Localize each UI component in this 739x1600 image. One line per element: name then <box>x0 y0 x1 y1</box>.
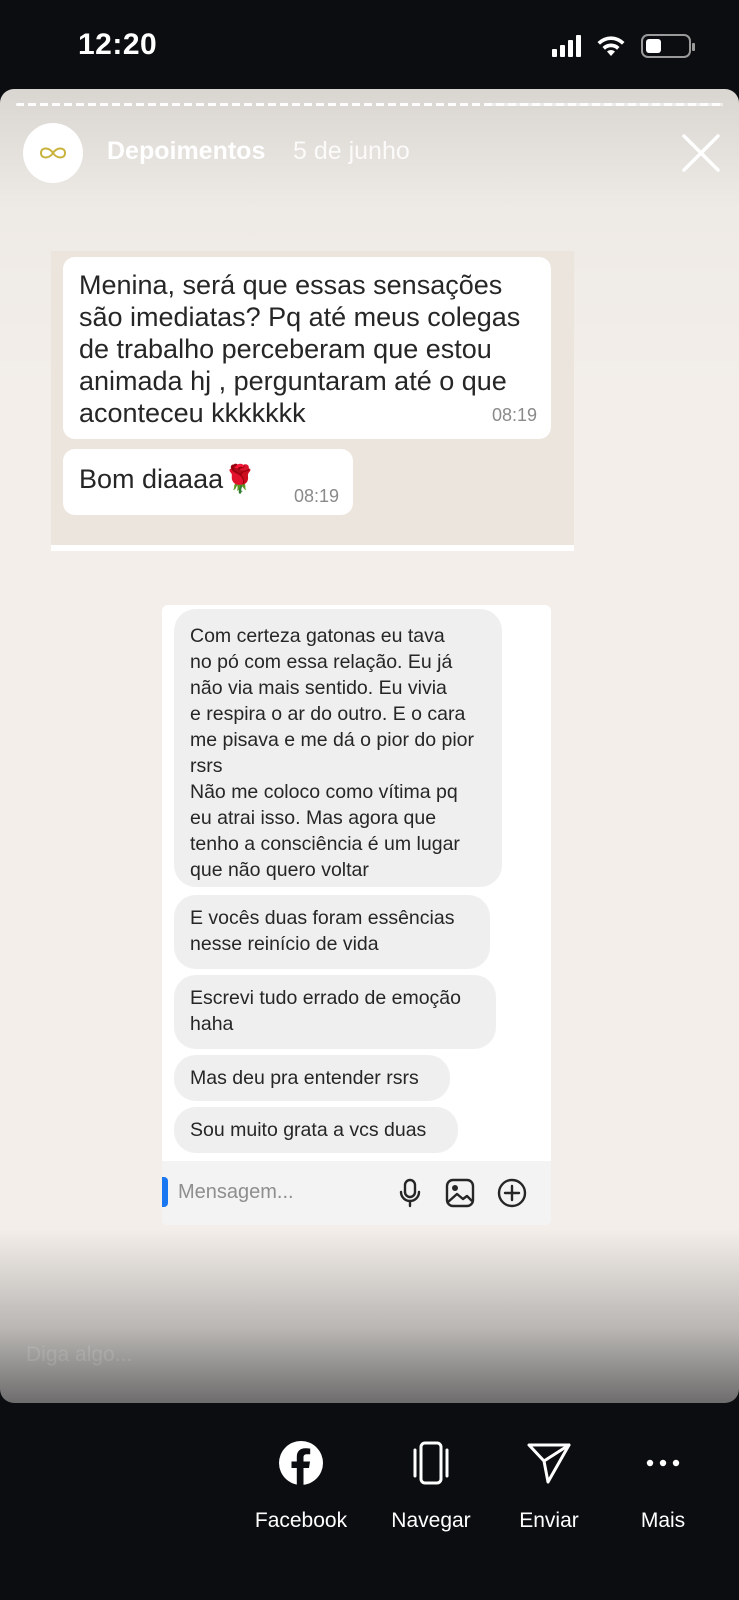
divider <box>51 545 574 551</box>
chat-message: Menina, será que essas sensações são ime… <box>63 257 551 439</box>
navigate-icon <box>413 1441 449 1485</box>
dm-message: Escrevi tudo errado de emoção haha <box>174 975 496 1049</box>
facebook-icon <box>279 1441 323 1485</box>
message-line: Mas deu pra entender rsrs <box>190 1067 419 1089</box>
more-button[interactable]: Mais <box>598 1440 728 1533</box>
avatar[interactable] <box>23 123 83 183</box>
add-circle-icon <box>497 1178 527 1208</box>
status-bar: 12:20 <box>0 0 739 90</box>
story-username[interactable]: Depoimentos <box>107 137 265 166</box>
message-time: 08:19 <box>491 405 537 425</box>
chat-message: Bom diaaaa🌹 08:19 <box>63 449 353 515</box>
message-text: Bom diaaaa🌹 <box>79 464 257 494</box>
message-line: animada hj , perguntaram até o que <box>79 366 507 396</box>
dm-message: Mas deu pra entender rsrs <box>174 1055 450 1101</box>
infinity-logo-icon <box>39 147 67 159</box>
story-date: 5 de junho <box>293 137 410 165</box>
message-line: no pó com essa relação. Eu já <box>190 651 453 673</box>
dm-message: Com certeza gatonas eu tava no pó com es… <box>174 609 502 887</box>
microphone-icon <box>399 1178 421 1208</box>
message-line: Menina, será que essas sensações <box>79 270 503 300</box>
message-line: nesse reinício de vida <box>190 933 379 955</box>
message-line: rsrs <box>190 755 223 777</box>
message-line: não via mais sentido. Eu vivia <box>190 677 447 699</box>
message-line: aconteceu kkkkkkk <box>79 398 306 428</box>
reply-input[interactable]: Diga algo... <box>26 1343 132 1367</box>
status-icons <box>552 34 695 58</box>
dm-message: Sou muito grata a vcs duas <box>174 1107 458 1153</box>
navigate-label: Navegar <box>391 1509 471 1532</box>
message-time: 08:19 <box>293 486 339 506</box>
story-progress-remaining <box>488 103 723 106</box>
message-line: Sou muito grata a vcs duas <box>190 1119 427 1141</box>
facebook-button[interactable]: Facebook <box>236 1440 366 1533</box>
message-line: que não quero voltar <box>190 859 369 881</box>
battery-level <box>646 39 662 53</box>
story-viewer[interactable]: Depoimentos 5 de junho Menina, será que … <box>0 89 739 1403</box>
message-line: Escrevi tudo errado de emoção <box>190 987 461 1009</box>
input-cursor <box>162 1177 168 1207</box>
message-line: tenho a consciência é um lugar <box>190 833 460 855</box>
facebook-label: Facebook <box>254 1509 348 1532</box>
message-line: de trabalho perceberam que estou <box>79 334 492 364</box>
message-line: Não me coloco como vítima pq <box>190 781 458 803</box>
dm-input-placeholder: Mensagem... <box>178 1181 294 1203</box>
message-line: E vocês duas foram essências <box>190 907 455 929</box>
whatsapp-screenshot: Menina, será que essas sensações são ime… <box>51 251 574 551</box>
status-time: 12:20 <box>78 28 158 61</box>
more-icon <box>646 1459 680 1467</box>
close-icon[interactable] <box>680 132 722 174</box>
wifi-icon <box>597 36 625 56</box>
message-line: haha <box>190 1013 234 1035</box>
send-label: Enviar <box>519 1509 579 1532</box>
message-line: e respira o ar do outro. E o cara <box>190 703 466 725</box>
message-line: são imediatas? Pq até meus colegas <box>79 302 521 332</box>
battery-icon <box>641 34 695 58</box>
more-label: Mais <box>640 1509 686 1532</box>
message-line: me pisava e me dá o pior do pior <box>190 729 474 751</box>
message-line: Com certeza gatonas eu tava <box>190 625 445 647</box>
dm-message-input: Mensagem... <box>162 1161 551 1225</box>
send-icon <box>527 1443 571 1484</box>
dm-message: E vocês duas foram essências nesse reiní… <box>174 895 490 969</box>
gallery-icon <box>445 1178 475 1208</box>
dm-screenshot: Com certeza gatonas eu tava no pó com es… <box>162 605 551 1225</box>
story-actions-bar: Facebook Navegar Enviar Mais <box>0 1403 739 1600</box>
cellular-signal-icon <box>552 35 581 57</box>
send-button[interactable]: Enviar <box>484 1440 614 1533</box>
navigate-button[interactable]: Navegar <box>366 1440 496 1533</box>
message-line: eu atrai isso. Mas agora que <box>190 807 437 829</box>
